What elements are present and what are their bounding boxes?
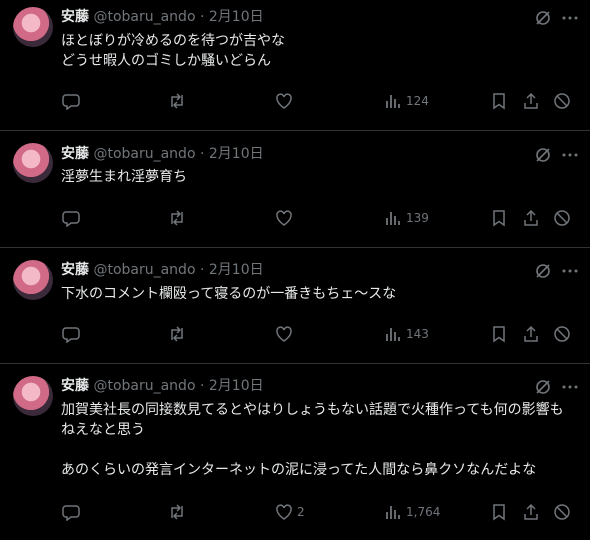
author-name[interactable]: 安藤 [61, 262, 89, 278]
share-icon[interactable] [522, 209, 540, 227]
author-handle[interactable]: @tobaru_ando [93, 146, 195, 162]
block-icon[interactable] [553, 503, 571, 521]
retweet-icon[interactable] [168, 325, 186, 343]
avatar[interactable] [13, 260, 53, 300]
views-icon[interactable] [384, 503, 402, 521]
reply-icon[interactable] [62, 325, 80, 343]
views-icon[interactable] [384, 325, 402, 343]
author-handle[interactable]: @tobaru_ando [93, 262, 195, 278]
heart-icon[interactable] [275, 209, 293, 227]
bookmark-icon[interactable] [490, 209, 508, 227]
author-name[interactable]: 安藤 [61, 146, 89, 162]
reply-icon[interactable] [62, 209, 80, 227]
author-handle[interactable]: @tobaru_ando [93, 9, 195, 25]
grok-icon[interactable] [534, 9, 552, 27]
more-icon[interactable] [561, 262, 579, 280]
view-count: 143 [406, 327, 429, 341]
tweet-date[interactable]: 2月10日 [209, 262, 264, 278]
more-icon[interactable] [561, 146, 579, 164]
author-handle[interactable]: @tobaru_ando [93, 378, 195, 394]
tweet-text: 淫夢生まれ淫夢育ち [61, 169, 187, 185]
more-icon[interactable] [561, 378, 579, 396]
heart-icon[interactable] [275, 503, 293, 521]
heart-icon[interactable] [275, 92, 293, 110]
views-icon[interactable] [384, 92, 402, 110]
tweet-header: 安藤 @tobaru_ando · 2月10日 [61, 377, 264, 395]
separator: · [199, 262, 205, 278]
tweet[interactable]: 安藤 @tobaru_ando · 2月10日 ほとぼりが冷めるのを待つが吉やな… [0, 0, 590, 131]
block-icon[interactable] [553, 92, 571, 110]
retweet-icon[interactable] [168, 209, 186, 227]
tweet-header: 安藤 @tobaru_ando · 2月10日 [61, 145, 264, 163]
block-icon[interactable] [553, 325, 571, 343]
tweet-date[interactable]: 2月10日 [209, 9, 264, 25]
grok-icon[interactable] [534, 146, 552, 164]
view-count: 139 [406, 211, 429, 225]
bookmark-icon[interactable] [490, 503, 508, 521]
avatar[interactable] [13, 143, 53, 183]
like-count: 2 [297, 505, 305, 519]
more-icon[interactable] [561, 9, 579, 27]
reply-icon[interactable] [62, 92, 80, 110]
tweet-text: 加賀美社長の同接数見てるとやはりしょうもない話題で火種作っても何の影響もねえなと… [61, 402, 564, 478]
retweet-icon[interactable] [168, 503, 186, 521]
author-name[interactable]: 安藤 [61, 9, 89, 25]
share-icon[interactable] [522, 503, 540, 521]
tweet[interactable]: 安藤 @tobaru_ando · 2月10日 淫夢生まれ淫夢育ち 139 [0, 131, 590, 248]
tweet[interactable]: 安藤 @tobaru_ando · 2月10日 下水のコメント欄殴って寝るのが一… [0, 248, 590, 364]
bookmark-icon[interactable] [490, 92, 508, 110]
view-count: 124 [406, 94, 429, 108]
share-icon[interactable] [522, 325, 540, 343]
block-icon[interactable] [553, 209, 571, 227]
tweet-date[interactable]: 2月10日 [209, 146, 264, 162]
tweet-text: ほとぼりが冷めるのを待つが吉やな どうせ暇人のゴミしか騒いどらん [61, 33, 285, 69]
avatar[interactable] [13, 376, 53, 416]
view-count: 1,764 [406, 505, 441, 519]
author-name[interactable]: 安藤 [61, 378, 89, 394]
retweet-icon[interactable] [168, 92, 186, 110]
tweet-date[interactable]: 2月10日 [209, 378, 264, 394]
avatar[interactable] [13, 7, 53, 47]
tweet-text: 下水のコメント欄殴って寝るのが一番きもちェ～スな [61, 286, 397, 302]
share-icon[interactable] [522, 92, 540, 110]
separator: · [199, 378, 205, 394]
bookmark-icon[interactable] [490, 325, 508, 343]
tweet-header: 安藤 @tobaru_ando · 2月10日 [61, 261, 264, 279]
separator: · [199, 9, 205, 25]
separator: · [199, 146, 205, 162]
heart-icon[interactable] [275, 325, 293, 343]
views-icon[interactable] [384, 209, 402, 227]
reply-icon[interactable] [62, 503, 80, 521]
tweet-header: 安藤 @tobaru_ando · 2月10日 [61, 8, 264, 26]
grok-icon[interactable] [534, 378, 552, 396]
tweet[interactable]: 安藤 @tobaru_ando · 2月10日 加賀美社長の同接数見てるとやはり… [0, 364, 590, 540]
grok-icon[interactable] [534, 262, 552, 280]
